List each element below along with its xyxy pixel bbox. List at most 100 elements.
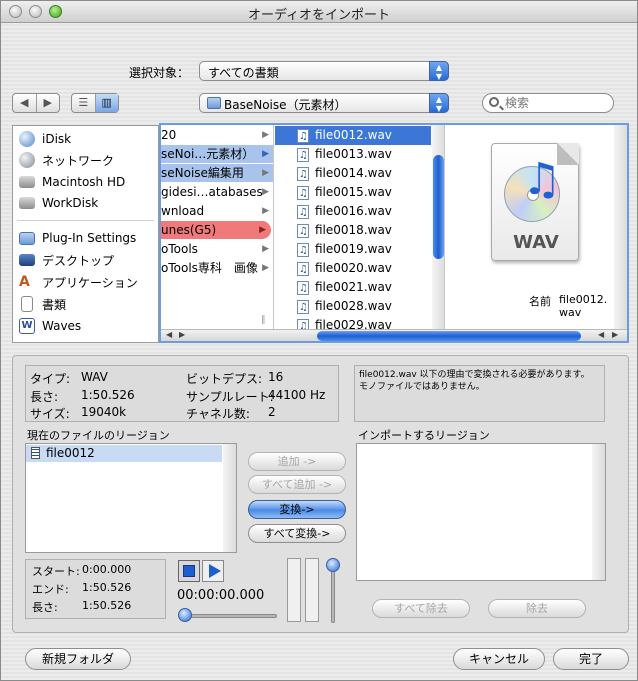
file-row[interactable]: file0019.wav <box>275 240 431 260</box>
scrollbar-thumb[interactable] <box>433 155 444 259</box>
remove-all-button[interactable]: すべて除去 <box>372 599 470 618</box>
audio-file-icon <box>297 165 309 184</box>
applications-icon: A <box>19 274 30 290</box>
file-row[interactable]: file0013.wav <box>275 145 431 165</box>
convert-button[interactable]: 変換-> <box>248 500 346 519</box>
location-popup[interactable]: BaseNoise（元素材） ▲ ▼ <box>199 93 449 113</box>
back-forward-buttons: ◀ ▶ <box>12 93 60 113</box>
forward-arrow-icon[interactable]: ▶ <box>35 94 60 112</box>
audio-file-icon <box>297 317 309 329</box>
list-item[interactable]: 20 ▶ <box>161 126 273 144</box>
size-label: サイズ: <box>30 407 70 421</box>
import-regions-list <box>356 443 606 581</box>
column-view-icon[interactable]: ▥ <box>94 94 118 112</box>
bit-depth-value: 16 <box>268 370 284 384</box>
regions-scrollbar[interactable] <box>223 444 236 552</box>
channels-value: 2 <box>268 405 276 419</box>
playback-length-label: 長さ: <box>32 601 58 614</box>
stop-icon <box>183 565 195 577</box>
sidebar-item-applications[interactable]: A アプリケーション <box>19 273 138 291</box>
list-item[interactable]: seNoise編集用 ▶ <box>161 164 273 182</box>
desktop-icon <box>19 254 35 266</box>
end-label: エンド: <box>32 583 69 596</box>
filter-label: 選択対象： <box>129 66 190 80</box>
list-item[interactable]: oTools専科 画像 ▶ <box>161 259 273 277</box>
volume-slider[interactable] <box>331 567 335 623</box>
cancel-button[interactable]: キャンセル <box>453 648 545 670</box>
volume-slider-knob[interactable] <box>326 558 340 572</box>
stop-button[interactable] <box>178 560 200 582</box>
type-value: WAV <box>81 370 108 384</box>
scroll-right-arrow-icon[interactable]: ▶ <box>612 330 618 339</box>
sidebar: iDisk ネットワーク Macintosh HD WorkDisk Plug-… <box>12 125 159 343</box>
import-regions-label: インポートするリージョン <box>358 429 490 442</box>
sidebar-item-label: Macintosh HD <box>42 175 126 189</box>
sidebar-item-label: アプリケーション <box>42 275 138 290</box>
length-value: 1:50.526 <box>81 388 135 402</box>
search-field[interactable]: 検索 <box>482 93 614 113</box>
window-title: オーディオをインポート <box>247 8 391 23</box>
sidebar-item-label: Waves <box>42 319 82 333</box>
browser-horizontal-scrollbar[interactable]: ◀ ▶ ◀ ▶ <box>161 329 627 341</box>
scroll-left-arrow-icon[interactable]: ◀ <box>598 330 604 339</box>
position-slider-knob[interactable] <box>178 608 192 622</box>
channels-label: チャネル数: <box>186 407 250 421</box>
list-item[interactable]: file0012 <box>26 445 222 462</box>
sidebar-item-waves[interactable]: W Waves <box>19 317 81 335</box>
done-button[interactable]: 完了 <box>553 648 629 670</box>
file-row[interactable]: file0012.wav <box>275 126 431 146</box>
filter-popup-value: すべての書類 <box>208 66 279 80</box>
sidebar-item-macintosh-hd[interactable]: Macintosh HD <box>19 173 125 191</box>
file-row[interactable]: file0020.wav <box>275 259 431 279</box>
import-regions-scrollbar[interactable] <box>592 444 605 580</box>
list-item[interactable]: seNoi…元素材） ▶ <box>161 145 273 163</box>
list-item[interactable]: gidesi…atabases ▶ <box>161 183 273 201</box>
start-value: 0:00.000 <box>82 563 132 576</box>
preview-scrollbar[interactable] <box>614 125 627 329</box>
audio-file-icon <box>297 298 309 317</box>
file-row[interactable]: file0029.wav <box>275 316 431 329</box>
sidebar-item-documents[interactable]: 書類 <box>19 295 66 313</box>
file-row[interactable]: file0021.wav <box>275 278 431 298</box>
file-row[interactable]: file0018.wav <box>275 221 431 241</box>
location-popup-value: BaseNoise（元素材） <box>224 98 347 112</box>
filter-popup[interactable]: すべての書類 ▲ ▼ <box>199 61 449 81</box>
hard-drive-icon <box>19 197 35 209</box>
position-slider[interactable] <box>181 614 277 618</box>
browser-column-1: 20 ▶ seNoi…元素材） ▶ seNoise編集用 ▶ gidesi…ataba… <box>161 125 274 329</box>
sidebar-item-plug-in-settings[interactable]: Plug-In Settings <box>19 229 136 247</box>
file-row[interactable]: file0016.wav <box>275 202 431 222</box>
file-row[interactable]: file0028.wav <box>275 297 431 317</box>
sidebar-item-workdisk[interactable]: WorkDisk <box>19 194 98 212</box>
scroll-right-arrow-icon[interactable]: ▶ <box>179 330 185 339</box>
region-name: file0012 <box>46 446 95 460</box>
column-resize-handle[interactable]: ‖ <box>261 315 266 325</box>
play-button[interactable] <box>202 560 224 582</box>
file-info-panel: タイプ: WAV 長さ: 1:50.526 サイズ: 19040k ビットデプス… <box>25 365 339 422</box>
list-view-icon[interactable]: ☰ <box>72 94 95 112</box>
list-item[interactable]: unes(G5) ▶ <box>161 221 271 239</box>
start-label: スタート: <box>32 565 80 578</box>
new-folder-button[interactable]: 新規フォルダ <box>25 648 131 670</box>
convert-all-button[interactable]: すべて変換-> <box>248 524 346 543</box>
sidebar-item-desktop[interactable]: デスクトップ <box>19 251 114 269</box>
bit-depth-label: ビットデプス: <box>186 372 263 386</box>
search-icon <box>489 97 499 107</box>
browser-column-2: file0012.wav file0013.wav file0014.wav f… <box>275 125 445 329</box>
sidebar-item-idisk[interactable]: iDisk <box>19 130 71 148</box>
back-arrow-icon[interactable]: ◀ <box>13 94 36 112</box>
region-icon <box>31 447 40 459</box>
scrollbar-thumb[interactable] <box>317 331 581 341</box>
sidebar-item-network[interactable]: ネットワーク <box>19 151 114 169</box>
file-row[interactable]: file0015.wav <box>275 183 431 203</box>
audio-file-icon <box>297 184 309 203</box>
add-button[interactable]: 追加 -> <box>248 452 346 471</box>
scroll-left-arrow-icon[interactable]: ◀ <box>166 330 172 339</box>
list-item[interactable]: wnload ▶ <box>161 202 273 220</box>
add-all-button[interactable]: すべて追加 -> <box>248 475 346 494</box>
column-2-scrollbar[interactable] <box>432 125 444 329</box>
file-row[interactable]: file0014.wav <box>275 164 431 184</box>
remove-button[interactable]: 除去 <box>488 599 586 618</box>
popup-arrows-icon: ▲ ▼ <box>429 93 449 113</box>
list-item[interactable]: oTools ▶ <box>161 240 273 258</box>
